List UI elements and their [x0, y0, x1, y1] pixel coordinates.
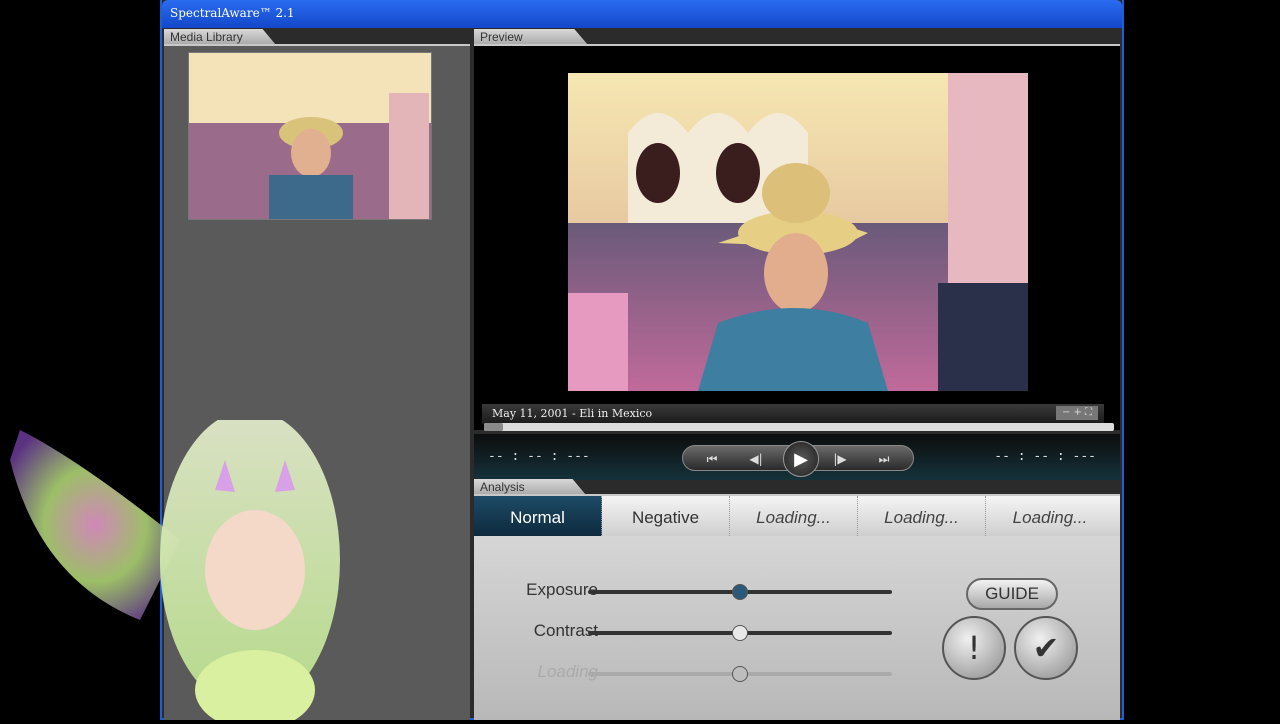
preview-panel: May 11, 2001 - Eli in Mexico − + ⛶ [474, 44, 1120, 430]
contrast-slider[interactable] [588, 625, 892, 641]
exposure-label: Exposure [526, 580, 598, 599]
thumbnail-image [189, 53, 431, 219]
transport-controls: ⏮ ◀| ▶ |▶ ⏭ [682, 441, 914, 477]
zoom-controls[interactable]: − + ⛶ [1056, 406, 1098, 420]
media-thumbnail[interactable] [188, 52, 432, 220]
skip-forward-icon[interactable]: ⏭ [869, 449, 899, 469]
preview-caption: May 11, 2001 - Eli in Mexico − + ⛶ [482, 404, 1104, 424]
exposure-slider[interactable] [588, 584, 892, 600]
time-remaining: -- : -- : --- [994, 449, 1096, 464]
loading-slider-knob [732, 666, 748, 682]
contrast-slider-knob[interactable] [732, 625, 748, 641]
contrast-label: Contrast [533, 621, 598, 640]
loading-slider-label: Loading [537, 662, 598, 681]
streamer-avatar [0, 410, 360, 724]
analysis-panel: Normal Negative Loading... Loading... Lo… [474, 494, 1120, 720]
analysis-mode-tabs: Normal Negative Loading... Loading... Lo… [474, 496, 1120, 536]
preview-tab: Preview [474, 29, 588, 45]
tab-negative[interactable]: Negative [602, 496, 730, 536]
media-library-tab: Media Library [164, 29, 276, 45]
play-icon[interactable]: ▶ [783, 441, 819, 477]
time-elapsed: -- : -- : --- [488, 449, 590, 464]
step-forward-icon[interactable]: |▶ [825, 449, 855, 469]
step-back-icon[interactable]: ◀| [741, 449, 771, 469]
progress-fill [484, 423, 503, 431]
exposure-slider-knob[interactable] [732, 584, 748, 600]
loading-slider [588, 666, 892, 682]
playback-progress-bar[interactable] [484, 423, 1114, 431]
window-title: SpectralAware™ 2.1 [162, 0, 1122, 28]
tab-normal[interactable]: Normal [474, 496, 602, 536]
skip-back-icon[interactable]: ⏮ [697, 449, 727, 469]
alert-button[interactable]: ! [942, 616, 1006, 680]
tab-loading-3[interactable]: Loading... [986, 496, 1114, 536]
tab-loading-2[interactable]: Loading... [858, 496, 986, 536]
preview-photo [568, 73, 1028, 391]
guide-button[interactable]: GUIDE [966, 578, 1058, 610]
tab-loading-1[interactable]: Loading... [730, 496, 858, 536]
caption-text: May 11, 2001 - Eli in Mexico [492, 407, 653, 420]
transport-bar: -- : -- : --- ⏮ ◀| ▶ |▶ ⏭ -- : -- : --- [474, 434, 1120, 480]
confirm-button[interactable]: ✔ [1014, 616, 1078, 680]
analysis-tab: Analysis [474, 479, 586, 495]
